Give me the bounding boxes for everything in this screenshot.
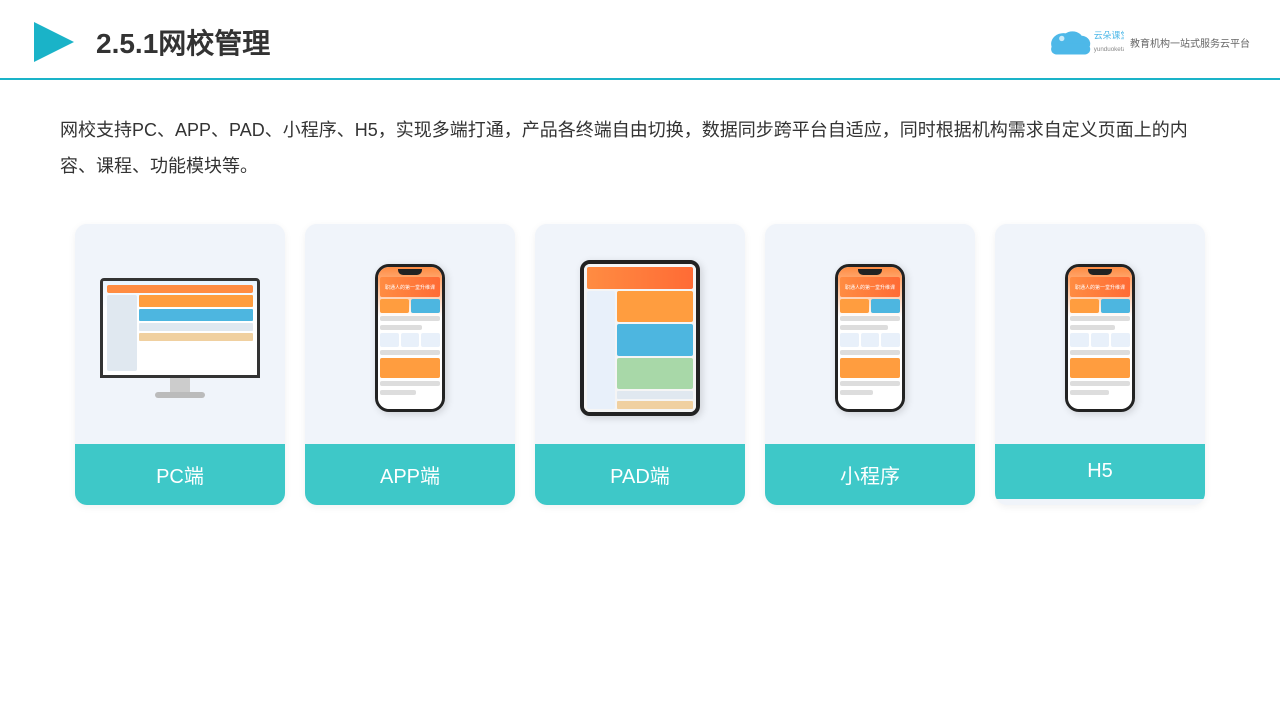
- logo-text: 教育机构一站式服务云平台: [1130, 35, 1250, 50]
- card-app: 职通人的第一堂升维课: [305, 224, 515, 505]
- card-miniprogram: 职通人的第一堂升维课: [765, 224, 975, 505]
- monitor-screen: [100, 278, 260, 378]
- page-title: 2.5.1网校管理: [96, 22, 270, 62]
- play-icon: [30, 18, 78, 66]
- card-h5: 职通人的第一堂升维课: [995, 224, 1205, 505]
- card-pc: PC端: [75, 224, 285, 505]
- svg-text:云朵课堂: 云朵课堂: [1094, 29, 1124, 40]
- card-pad: PAD端: [535, 224, 745, 505]
- logo-tagline: 教育机构一站式服务云平台: [1130, 35, 1250, 50]
- header-left: 2.5.1网校管理: [30, 18, 270, 66]
- logo-area: 云朵课堂 yunduoketang.com 教育机构一站式服务云平台: [1044, 23, 1250, 61]
- card-app-label: APP端: [305, 444, 515, 505]
- description: 网校支持PC、APP、PAD、小程序、H5，实现多端打通，产品各终端自由切换，数…: [0, 80, 1280, 204]
- phone-mockup-h5: 职通人的第一堂升维课: [1065, 264, 1135, 412]
- svg-text:yunduoketang.com: yunduoketang.com: [1094, 46, 1124, 53]
- card-h5-image: 职通人的第一堂升维课: [995, 224, 1205, 444]
- card-pc-label: PC端: [75, 444, 285, 505]
- monitor-mockup: [100, 278, 260, 398]
- card-pad-image: [535, 224, 745, 444]
- cloud-logo: 云朵课堂 yunduoketang.com: [1044, 23, 1124, 61]
- card-pad-label: PAD端: [535, 444, 745, 505]
- tablet-mockup: [580, 260, 700, 416]
- logo-icon: 云朵课堂 yunduoketang.com 教育机构一站式服务云平台: [1044, 23, 1250, 61]
- card-h5-label: H5: [995, 444, 1205, 499]
- card-miniprogram-image: 职通人的第一堂升维课: [765, 224, 975, 444]
- card-miniprogram-label: 小程序: [765, 444, 975, 505]
- description-text: 网校支持PC、APP、PAD、小程序、H5，实现多端打通，产品各终端自由切换，数…: [60, 112, 1220, 184]
- header: 2.5.1网校管理 云朵课堂 yunduoketang.com 教育机构一站式服…: [0, 0, 1280, 80]
- cards-section: PC端 职通人的第一堂升维课: [0, 204, 1280, 525]
- card-pc-image: [75, 224, 285, 444]
- phone-mockup-miniprogram: 职通人的第一堂升维课: [835, 264, 905, 412]
- phone-mockup-app: 职通人的第一堂升维课: [375, 264, 445, 412]
- card-app-image: 职通人的第一堂升维课: [305, 224, 515, 444]
